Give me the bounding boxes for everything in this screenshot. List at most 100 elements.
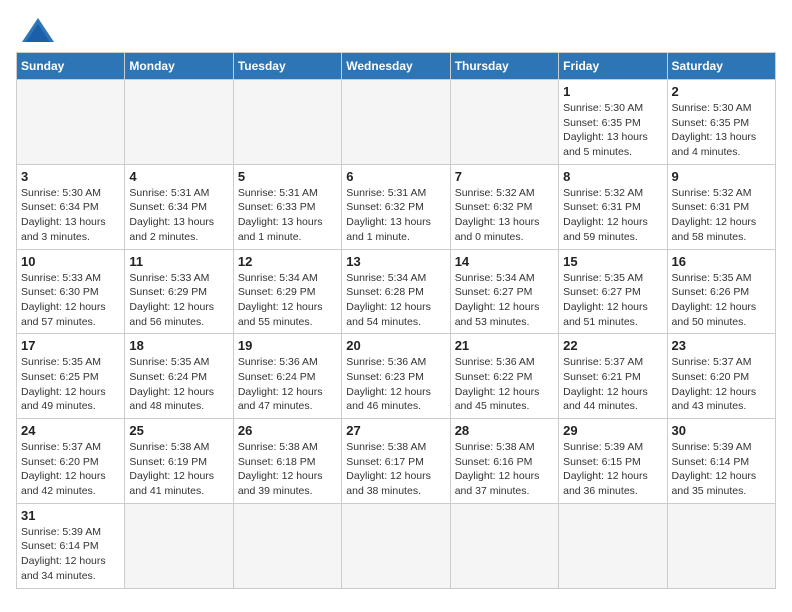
- calendar-week-row: 1 Sunrise: 5:30 AMSunset: 6:35 PMDaylight…: [17, 80, 776, 165]
- calendar-day-cell: 12 Sunrise: 5:34 AMSunset: 6:29 PMDayligh…: [233, 249, 341, 334]
- calendar-day-cell: 26 Sunrise: 5:38 AMSunset: 6:18 PMDayligh…: [233, 419, 341, 504]
- calendar-day-cell: 25 Sunrise: 5:38 AMSunset: 6:19 PMDayligh…: [125, 419, 233, 504]
- day-number: 3: [21, 169, 120, 184]
- day-info: Sunrise: 5:38 AMSunset: 6:18 PMDaylight:…: [238, 440, 337, 499]
- calendar-day-cell: [342, 503, 450, 588]
- calendar-day-cell: 14 Sunrise: 5:34 AMSunset: 6:27 PMDayligh…: [450, 249, 558, 334]
- calendar-day-cell: 16 Sunrise: 5:35 AMSunset: 6:26 PMDayligh…: [667, 249, 775, 334]
- calendar-body: 1 Sunrise: 5:30 AMSunset: 6:35 PMDaylight…: [17, 80, 776, 589]
- calendar-header: SundayMondayTuesdayWednesdayThursdayFrid…: [17, 53, 776, 80]
- calendar-day-cell: [233, 503, 341, 588]
- calendar-day-cell: 7 Sunrise: 5:32 AMSunset: 6:32 PMDaylight…: [450, 164, 558, 249]
- calendar-table: SundayMondayTuesdayWednesdayThursdayFrid…: [16, 52, 776, 589]
- calendar-day-cell: 13Sunrise: 5:34 AMSunset: 6:28 PMDayligh…: [342, 249, 450, 334]
- day-info: Sunrise: 5:30 AMSunset: 6:35 PMDaylight:…: [672, 101, 771, 160]
- day-number: 14: [455, 254, 554, 269]
- day-info: Sunrise: 5:32 AMSunset: 6:31 PMDaylight:…: [672, 186, 771, 245]
- day-number: 20: [346, 338, 445, 353]
- day-number: 19: [238, 338, 337, 353]
- day-number: 27: [346, 423, 445, 438]
- day-info: Sunrise: 5:33 AMSunset: 6:29 PMDaylight:…: [129, 271, 228, 330]
- calendar-day-cell: 20 Sunrise: 5:36 AMSunset: 6:23 PMDayligh…: [342, 334, 450, 419]
- day-info: Sunrise: 5:36 AMSunset: 6:22 PMDaylight:…: [455, 355, 554, 414]
- calendar-day-cell: 18Sunrise: 5:35 AMSunset: 6:24 PMDayligh…: [125, 334, 233, 419]
- calendar-week-row: 24 Sunrise: 5:37 AMSunset: 6:20 PMDayligh…: [17, 419, 776, 504]
- calendar-day-cell: 15 Sunrise: 5:35 AMSunset: 6:27 PMDayligh…: [559, 249, 667, 334]
- day-info: Sunrise: 5:30 AMSunset: 6:34 PMDaylight:…: [21, 186, 120, 245]
- day-number: 1: [563, 84, 662, 99]
- day-of-week-header: Friday: [559, 53, 667, 80]
- day-number: 15: [563, 254, 662, 269]
- calendar-day-cell: 8 Sunrise: 5:32 AMSunset: 6:31 PMDaylight…: [559, 164, 667, 249]
- day-number: 5: [238, 169, 337, 184]
- calendar-day-cell: 24 Sunrise: 5:37 AMSunset: 6:20 PMDayligh…: [17, 419, 125, 504]
- calendar-day-cell: 19 Sunrise: 5:36 AMSunset: 6:24 PMDayligh…: [233, 334, 341, 419]
- calendar-day-cell: 2 Sunrise: 5:30 AMSunset: 6:35 PMDaylight…: [667, 80, 775, 165]
- day-number: 30: [672, 423, 771, 438]
- calendar-day-cell: [342, 80, 450, 165]
- day-number: 9: [672, 169, 771, 184]
- calendar-week-row: 31Sunrise: 5:39 AMSunset: 6:14 PMDayligh…: [17, 503, 776, 588]
- day-number: 16: [672, 254, 771, 269]
- day-info: Sunrise: 5:38 AMSunset: 6:19 PMDaylight:…: [129, 440, 228, 499]
- logo: [16, 16, 56, 44]
- day-number: 17: [21, 338, 120, 353]
- calendar-day-cell: [233, 80, 341, 165]
- day-info: Sunrise: 5:35 AMSunset: 6:24 PMDaylight:…: [129, 355, 228, 414]
- day-number: 22: [563, 338, 662, 353]
- day-info: Sunrise: 5:39 AMSunset: 6:14 PMDaylight:…: [21, 525, 120, 584]
- day-info: Sunrise: 5:34 AMSunset: 6:29 PMDaylight:…: [238, 271, 337, 330]
- day-info: Sunrise: 5:37 AMSunset: 6:20 PMDaylight:…: [672, 355, 771, 414]
- calendar-day-cell: 11Sunrise: 5:33 AMSunset: 6:29 PMDayligh…: [125, 249, 233, 334]
- day-number: 25: [129, 423, 228, 438]
- page-header: [16, 16, 776, 44]
- day-info: Sunrise: 5:35 AMSunset: 6:27 PMDaylight:…: [563, 271, 662, 330]
- day-info: Sunrise: 5:39 AMSunset: 6:14 PMDaylight:…: [672, 440, 771, 499]
- day-info: Sunrise: 5:31 AMSunset: 6:33 PMDaylight:…: [238, 186, 337, 245]
- day-info: Sunrise: 5:31 AMSunset: 6:34 PMDaylight:…: [129, 186, 228, 245]
- calendar-day-cell: 22Sunrise: 5:37 AMSunset: 6:21 PMDayligh…: [559, 334, 667, 419]
- calendar-day-cell: 21 Sunrise: 5:36 AMSunset: 6:22 PMDayligh…: [450, 334, 558, 419]
- calendar-week-row: 3 Sunrise: 5:30 AMSunset: 6:34 PMDaylight…: [17, 164, 776, 249]
- day-info: Sunrise: 5:32 AMSunset: 6:32 PMDaylight:…: [455, 186, 554, 245]
- day-info: Sunrise: 5:36 AMSunset: 6:24 PMDaylight:…: [238, 355, 337, 414]
- day-number: 8: [563, 169, 662, 184]
- day-info: Sunrise: 5:38 AMSunset: 6:16 PMDaylight:…: [455, 440, 554, 499]
- calendar-week-row: 17 Sunrise: 5:35 AMSunset: 6:25 PMDayligh…: [17, 334, 776, 419]
- calendar-day-cell: [559, 503, 667, 588]
- day-of-week-header: Sunday: [17, 53, 125, 80]
- calendar-day-cell: 29Sunrise: 5:39 AMSunset: 6:15 PMDayligh…: [559, 419, 667, 504]
- day-of-week-header: Thursday: [450, 53, 558, 80]
- day-number: 12: [238, 254, 337, 269]
- calendar-day-cell: [17, 80, 125, 165]
- calendar-day-cell: 30 Sunrise: 5:39 AMSunset: 6:14 PMDayligh…: [667, 419, 775, 504]
- day-number: 4: [129, 169, 228, 184]
- day-of-week-header: Wednesday: [342, 53, 450, 80]
- calendar-day-cell: [450, 80, 558, 165]
- day-number: 26: [238, 423, 337, 438]
- day-of-week-header: Tuesday: [233, 53, 341, 80]
- day-number: 23: [672, 338, 771, 353]
- calendar-day-cell: 31Sunrise: 5:39 AMSunset: 6:14 PMDayligh…: [17, 503, 125, 588]
- day-info: Sunrise: 5:32 AMSunset: 6:31 PMDaylight:…: [563, 186, 662, 245]
- calendar-day-cell: 5 Sunrise: 5:31 AMSunset: 6:33 PMDaylight…: [233, 164, 341, 249]
- day-info: Sunrise: 5:34 AMSunset: 6:27 PMDaylight:…: [455, 271, 554, 330]
- day-of-week-header: Saturday: [667, 53, 775, 80]
- day-number: 7: [455, 169, 554, 184]
- calendar-day-cell: 23 Sunrise: 5:37 AMSunset: 6:20 PMDayligh…: [667, 334, 775, 419]
- day-info: Sunrise: 5:35 AMSunset: 6:25 PMDaylight:…: [21, 355, 120, 414]
- calendar-week-row: 10Sunrise: 5:33 AMSunset: 6:30 PMDayligh…: [17, 249, 776, 334]
- calendar-day-cell: 10Sunrise: 5:33 AMSunset: 6:30 PMDayligh…: [17, 249, 125, 334]
- day-info: Sunrise: 5:30 AMSunset: 6:35 PMDaylight:…: [563, 101, 662, 160]
- day-number: 21: [455, 338, 554, 353]
- calendar-day-cell: [125, 80, 233, 165]
- day-info: Sunrise: 5:36 AMSunset: 6:23 PMDaylight:…: [346, 355, 445, 414]
- logo-icon: [20, 16, 56, 44]
- day-number: 13: [346, 254, 445, 269]
- day-info: Sunrise: 5:35 AMSunset: 6:26 PMDaylight:…: [672, 271, 771, 330]
- day-number: 10: [21, 254, 120, 269]
- day-number: 2: [672, 84, 771, 99]
- calendar-day-cell: 9 Sunrise: 5:32 AMSunset: 6:31 PMDaylight…: [667, 164, 775, 249]
- day-number: 24: [21, 423, 120, 438]
- day-info: Sunrise: 5:37 AMSunset: 6:20 PMDaylight:…: [21, 440, 120, 499]
